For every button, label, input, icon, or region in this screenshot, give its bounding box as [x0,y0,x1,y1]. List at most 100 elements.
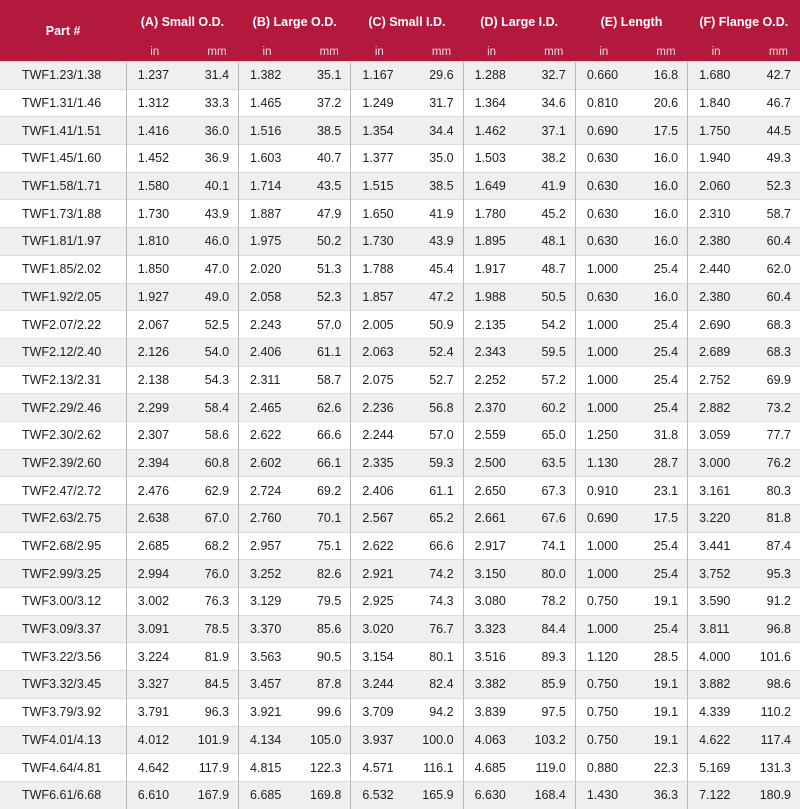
value-mm-cell: 40.7 [294,144,351,173]
value-in-cell: 3.000 [687,448,744,477]
value-in-cell: 0.910 [574,476,632,505]
value-in-cell: 3.224 [125,642,183,671]
value-mm-cell: 84.4 [519,614,576,643]
table-row: TWF4.64/4.81 4.642 117.9 4.815 122.3 4.571 116… [0,753,800,782]
value-mm-cell: 37.1 [519,116,576,145]
value-mm-cell: 74.1 [519,531,576,560]
value-mm-cell: 63.5 [519,448,576,477]
value-mm-cell: 65.2 [406,504,464,533]
value-mm-cell: 81.9 [182,642,239,671]
value-mm-cell: 80.3 [743,476,800,505]
value-mm-cell: 97.5 [519,697,576,726]
value-in-cell: 2.925 [350,587,407,616]
value-in-cell: 3.091 [125,614,183,643]
value-mm-cell: 54.0 [182,337,239,367]
table-row: TWF2.99/3.25 2.994 76.0 3.252 82.6 2.921 74.2 3… [0,559,800,588]
value-mm-cell: 67.6 [519,504,576,533]
unit-label-mm: mm [743,43,800,62]
value-in-cell: 6.630 [462,780,520,809]
value-in-cell: 3.791 [125,697,183,726]
value-mm-cell: 36.9 [182,144,239,173]
value-mm-cell: 45.4 [406,254,464,283]
value-in-cell: 2.244 [350,420,407,450]
table-row: TWF1.58/1.71 1.580 40.1 1.714 43.5 1.515 38.5 1… [0,171,800,200]
value-in-cell: 2.882 [687,393,744,422]
value-in-cell: 2.500 [462,448,520,477]
value-mm-cell: 52.7 [406,365,464,394]
value-mm-cell: 57.2 [519,365,576,394]
value-mm-cell: 131.3 [743,753,800,782]
value-in-cell: 1.465 [238,88,295,117]
value-mm-cell: 74.3 [406,587,464,616]
value-mm-cell: 87.8 [294,670,351,699]
value-in-cell: 3.323 [462,614,520,643]
value-in-cell: 2.622 [238,420,295,450]
value-in-cell: 1.780 [462,199,520,228]
column-header-large-od: (B) Large O.D. [238,0,351,43]
table-row: TWF6.61/6.68 6.610 167.9 6.685 169.8 6.532 165… [0,780,800,809]
part-number-cell: TWF1.58/1.71 [0,171,127,200]
value-mm-cell: 22.3 [631,753,688,782]
value-mm-cell: 52.3 [743,171,800,200]
part-number-cell: TWF1.73/1.88 [0,199,127,228]
value-in-cell: 1.895 [462,227,520,256]
unit-label-in: in [350,43,407,62]
value-in-cell: 2.638 [125,504,183,533]
value-mm-cell: 58.4 [182,393,239,422]
value-mm-cell: 98.6 [743,670,800,699]
value-mm-cell: 28.7 [631,448,688,477]
value-mm-cell: 77.7 [743,420,800,450]
value-mm-cell: 41.9 [519,171,576,200]
table-row: TWF1.81/1.97 1.810 46.0 1.975 50.2 1.730 43.9 1… [0,227,800,256]
table-row: TWF2.07/2.22 2.067 52.5 2.243 57.0 2.005 50.9 2… [0,310,800,339]
value-mm-cell: 70.1 [294,504,351,533]
value-mm-cell: 66.1 [294,448,351,477]
part-number-cell: TWF3.32/3.45 [0,670,127,699]
part-number-cell: TWF3.00/3.12 [0,587,127,616]
value-in-cell: 3.150 [462,559,520,588]
value-mm-cell: 45.2 [519,199,576,228]
value-mm-cell: 99.6 [294,697,351,726]
unit-label-in: in [463,43,520,62]
part-number-cell: TWF2.29/2.46 [0,393,127,422]
value-mm-cell: 95.3 [743,559,800,588]
value-in-cell: 2.567 [350,504,407,533]
value-mm-cell: 29.6 [406,61,464,90]
table-row: TWF2.68/2.95 2.685 68.2 2.957 75.1 2.622 66.6 2… [0,531,800,560]
value-in-cell: 2.243 [238,310,295,339]
value-in-cell: 2.559 [462,420,520,450]
value-mm-cell: 65.0 [519,420,576,450]
value-in-cell: 3.002 [125,587,183,616]
value-mm-cell: 38.5 [294,116,351,145]
value-in-cell: 1.940 [687,144,744,173]
part-number-cell: TWF2.99/3.25 [0,559,127,588]
value-in-cell: 1.462 [462,116,520,145]
value-mm-cell: 48.7 [519,254,576,283]
value-mm-cell: 96.8 [743,614,800,643]
value-mm-cell: 168.4 [519,780,576,809]
value-in-cell: 1.000 [574,531,632,560]
value-mm-cell: 67.0 [182,504,239,533]
value-in-cell: 1.650 [350,199,407,228]
value-in-cell: 1.887 [238,199,295,228]
part-number-cell: TWF1.41/1.51 [0,116,127,145]
value-in-cell: 6.610 [125,780,183,809]
value-in-cell: 6.685 [238,780,295,809]
value-in-cell: 2.760 [238,504,295,533]
value-in-cell: 1.988 [462,282,520,311]
value-in-cell: 1.857 [350,282,407,311]
value-mm-cell: 67.3 [519,476,576,505]
value-in-cell: 1.452 [125,144,183,173]
value-in-cell: 0.690 [574,504,632,533]
value-in-cell: 2.252 [462,365,520,394]
value-mm-cell: 25.4 [631,559,688,588]
value-in-cell: 5.169 [687,753,744,782]
value-mm-cell: 96.3 [182,697,239,726]
value-mm-cell: 84.5 [182,670,239,699]
value-in-cell: 2.236 [350,393,407,422]
value-mm-cell: 61.1 [406,476,464,505]
unit-label-mm: mm [406,43,464,62]
table-row: TWF2.39/2.60 2.394 60.8 2.602 66.1 2.335 59.3 2… [0,448,800,477]
value-mm-cell: 17.5 [631,116,688,145]
value-in-cell: 1.000 [574,337,632,367]
